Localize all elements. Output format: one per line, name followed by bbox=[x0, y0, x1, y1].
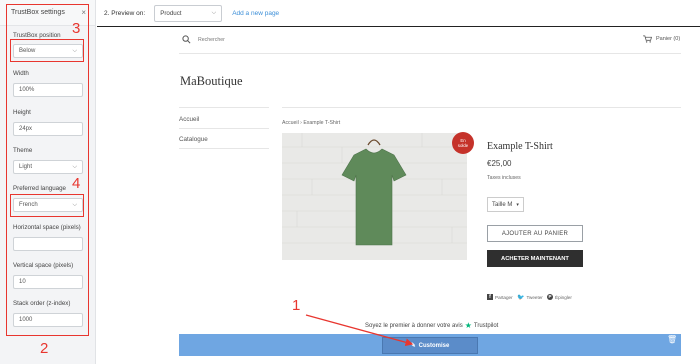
share-facebook-label: Partager bbox=[495, 294, 513, 300]
store-brand[interactable]: MaBoutique bbox=[180, 74, 243, 89]
preview-page-select[interactable]: Product ⌵ bbox=[154, 4, 223, 22]
cart-label: Panier (0) bbox=[656, 36, 681, 42]
nav-divider bbox=[179, 128, 269, 129]
add-new-page-link[interactable]: Add a new page bbox=[232, 10, 279, 17]
annotation-box-position bbox=[10, 39, 84, 62]
pinterest-icon: P bbox=[547, 294, 553, 300]
search-placeholder: Rechercher bbox=[198, 37, 225, 43]
preview-toolbar: 2. Preview on: Product ⌵ Add a new page bbox=[97, 0, 700, 26]
trustbox-widget[interactable]: Soyez le premier à donner votre avis ★ T… bbox=[365, 321, 498, 330]
sale-badge-line2: solde bbox=[457, 143, 469, 148]
trash-icon[interactable]: 🗑 bbox=[667, 335, 677, 344]
annotation-box-language bbox=[10, 194, 84, 217]
nav-item-catalogue[interactable]: Catalogue bbox=[179, 136, 208, 143]
share-pinterest-label: Épingler bbox=[555, 294, 572, 300]
header-divider bbox=[179, 53, 681, 54]
product-taxes-note: Taxes incluses bbox=[487, 175, 521, 181]
trustpilot-star-icon: ★ bbox=[464, 321, 472, 330]
facebook-icon: f bbox=[487, 294, 493, 300]
size-select[interactable]: Taille M ▾ bbox=[487, 197, 524, 212]
share-twitter[interactable]: 🐦 Tweeter bbox=[517, 294, 543, 301]
share-facebook[interactable]: f Partager bbox=[487, 294, 513, 300]
nav-item-accueil[interactable]: Accueil bbox=[179, 116, 199, 123]
buy-now-button[interactable]: ACHETER MAINTENANT bbox=[487, 250, 583, 267]
trustpilot-logo: Trustpilot bbox=[473, 322, 499, 329]
share-twitter-label: Tweeter bbox=[526, 295, 543, 300]
cart-link[interactable]: Panier (0) bbox=[643, 35, 680, 43]
pencil-icon: ✎ bbox=[410, 343, 416, 349]
sale-badge: En solde bbox=[452, 132, 474, 154]
trustbox-text: Soyez le premier à donner votre avis bbox=[365, 322, 463, 329]
annotation-number-3: 3 bbox=[72, 20, 81, 37]
size-value: Taille M bbox=[492, 201, 513, 208]
annotation-number-2: 2 bbox=[40, 340, 49, 357]
store-preview: Rechercher Panier (0) MaBoutique Accueil… bbox=[97, 27, 700, 364]
nav-divider bbox=[179, 107, 269, 108]
twitter-icon: 🐦 bbox=[517, 295, 525, 301]
add-to-cart-button[interactable]: AJOUTER AU PANIER bbox=[487, 225, 583, 242]
search-icon bbox=[182, 35, 191, 44]
product-image[interactable] bbox=[282, 133, 467, 260]
caret-down-icon: ▾ bbox=[516, 201, 519, 208]
customise-button[interactable]: ✎ Customise bbox=[382, 337, 478, 354]
breadcrumb[interactable]: Accueil › Example T-Shirt bbox=[282, 120, 340, 126]
share-pinterest[interactable]: P Épingler bbox=[547, 294, 572, 300]
cart-icon bbox=[643, 35, 652, 43]
product-title: Example T-Shirt bbox=[487, 141, 553, 152]
preview-page-value: Product bbox=[160, 9, 182, 17]
content-divider bbox=[282, 107, 681, 108]
product-price: €25,00 bbox=[487, 159, 512, 168]
nav-divider bbox=[179, 148, 269, 149]
chevron-down-icon: ⌵ bbox=[211, 9, 217, 16]
customise-label: Customise bbox=[418, 342, 450, 349]
product-photo bbox=[282, 133, 467, 260]
preview-on-label: 2. Preview on: bbox=[104, 9, 146, 17]
annotation-number-4: 4 bbox=[72, 175, 81, 192]
